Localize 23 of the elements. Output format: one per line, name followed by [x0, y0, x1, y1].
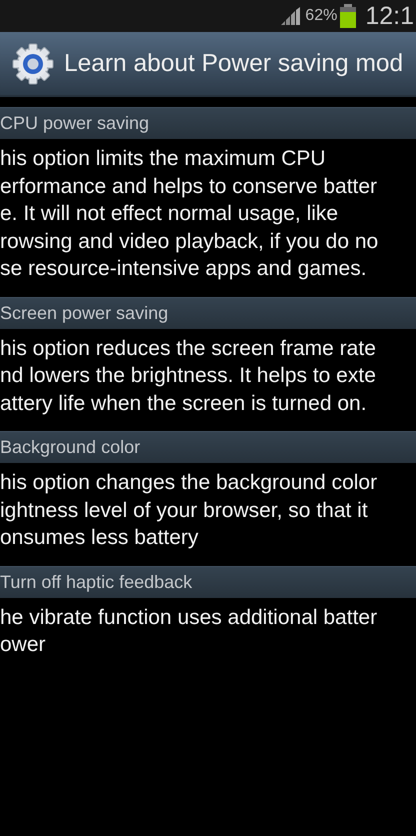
description-line: attery life when the screen is turned on.	[0, 390, 367, 416]
description-line: e. It will not effect normal usage, like	[0, 201, 338, 227]
section-heading: Screen power saving	[0, 302, 168, 324]
description-line: ightness level of your browser, so that it	[0, 498, 368, 524]
description-line: ower	[0, 632, 46, 658]
settings-icon	[12, 42, 54, 84]
description-line: his option changes the background color	[0, 470, 378, 496]
description-line: erformance and helps to conserve batter	[0, 174, 378, 200]
battery-icon	[340, 4, 356, 28]
screen-title: Learn about Power saving mod	[64, 50, 404, 78]
section-heading: Background color	[0, 437, 140, 458]
description-line: se resource-intensive apps and games.	[0, 256, 367, 282]
section-heading: Turn off haptic feedback	[0, 572, 192, 592]
description-line: his option reduces the screen frame rate	[0, 336, 376, 362]
battery-percent: 62%	[305, 7, 338, 25]
description-line: onsumes less battery	[0, 525, 198, 551]
description-line: he vibrate function uses additional batter	[0, 604, 378, 630]
description-line: his option limits the maximum CPU	[0, 146, 326, 172]
description-line: nd lowers the brightness. It helps to exte	[0, 363, 376, 389]
signal-icon	[281, 7, 302, 25]
description-line: rowsing and video playback, if you do no	[0, 228, 378, 254]
clock: 12:1	[365, 2, 414, 30]
section-heading: CPU power saving	[0, 113, 150, 134]
